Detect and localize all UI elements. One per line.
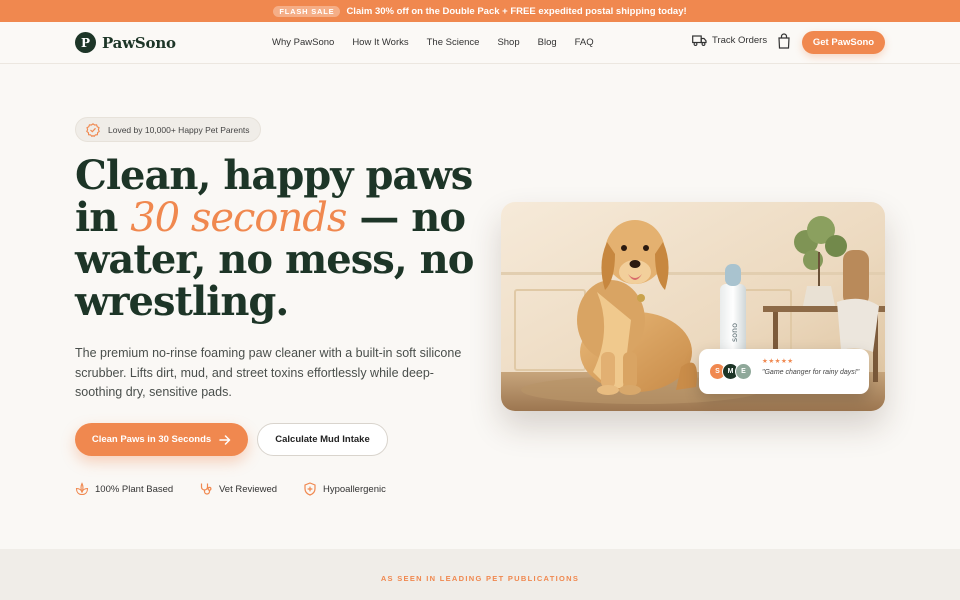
review-card: S M E ★★★★★ "Game changer for rainy days… xyxy=(699,349,869,394)
arrow-right-icon xyxy=(219,434,231,445)
trust-label-plant: 100% Plant Based xyxy=(95,483,174,495)
rating-stars: ★★★★★ xyxy=(762,358,794,365)
nav-link-faq[interactable]: FAQ xyxy=(575,37,594,48)
leaf-icon xyxy=(75,482,89,496)
flash-sale-badge: FLASH SALE xyxy=(273,5,341,17)
clean-paws-label: Clean Paws in 30 Seconds xyxy=(91,434,212,445)
trust-plant-based: 100% Plant Based xyxy=(75,482,173,496)
hero-subtext: The premium no-rinse foaming paw cleaner… xyxy=(75,346,462,399)
hero-headline: Clean, happy paws in 30 seconds — no wat… xyxy=(75,155,505,323)
trust-hypoallergenic: Hypoallergenic xyxy=(303,482,386,496)
main-nav: P PawSono Why PawSono How It Works The S… xyxy=(0,22,960,64)
logo-mark: P xyxy=(75,32,96,53)
clean-paws-button[interactable]: Clean Paws in 30 Seconds xyxy=(75,423,248,456)
press-title: AS SEEN IN LEADING PET PUBLICATIONS xyxy=(380,574,580,583)
nav-link-why[interactable]: Why PawSono xyxy=(272,37,334,48)
avatar: E xyxy=(735,363,752,380)
shopping-bag-icon[interactable] xyxy=(777,33,791,49)
promo-bar: FLASH SALE Claim 30% off on the Double P… xyxy=(0,0,960,22)
social-proof-text: Loved by 10,000+ Happy Pet Parents xyxy=(108,124,250,135)
nav-link-science[interactable]: The Science xyxy=(427,37,480,48)
truck-icon xyxy=(692,35,707,46)
trust-label-vet: Vet Reviewed xyxy=(219,483,278,495)
promo-text[interactable]: Claim 30% off on the Double Pack + FREE … xyxy=(346,6,686,17)
track-orders-label: Track Orders xyxy=(712,35,768,46)
review-quote: "Game changer for rainy days!" xyxy=(762,369,860,376)
trust-vet-reviewed: Vet Reviewed xyxy=(199,482,277,496)
verified-badge-icon xyxy=(86,122,100,137)
social-proof-pill: Loved by 10,000+ Happy Pet Parents xyxy=(75,117,261,142)
shield-icon xyxy=(304,482,316,496)
logo-text: PawSono xyxy=(102,33,176,52)
trust-label-hypo: Hypoallergenic xyxy=(323,483,386,495)
calculate-mud-button[interactable]: Calculate Mud Intake xyxy=(257,423,388,456)
get-pawsono-button[interactable]: Get PawSono xyxy=(802,31,885,54)
nav-links: Why PawSono How It Works The Science Sho… xyxy=(272,22,594,63)
nav-link-shop[interactable]: Shop xyxy=(497,37,519,48)
track-orders-link[interactable]: Track Orders xyxy=(692,35,767,46)
bottle-label: sono xyxy=(730,323,739,342)
nav-link-how-it-works[interactable]: How It Works xyxy=(352,37,408,48)
nav-link-blog[interactable]: Blog xyxy=(538,37,557,48)
logo[interactable]: P PawSono xyxy=(75,32,176,53)
stethoscope-icon xyxy=(200,483,212,495)
headline-accent: 30 seconds xyxy=(130,195,347,241)
